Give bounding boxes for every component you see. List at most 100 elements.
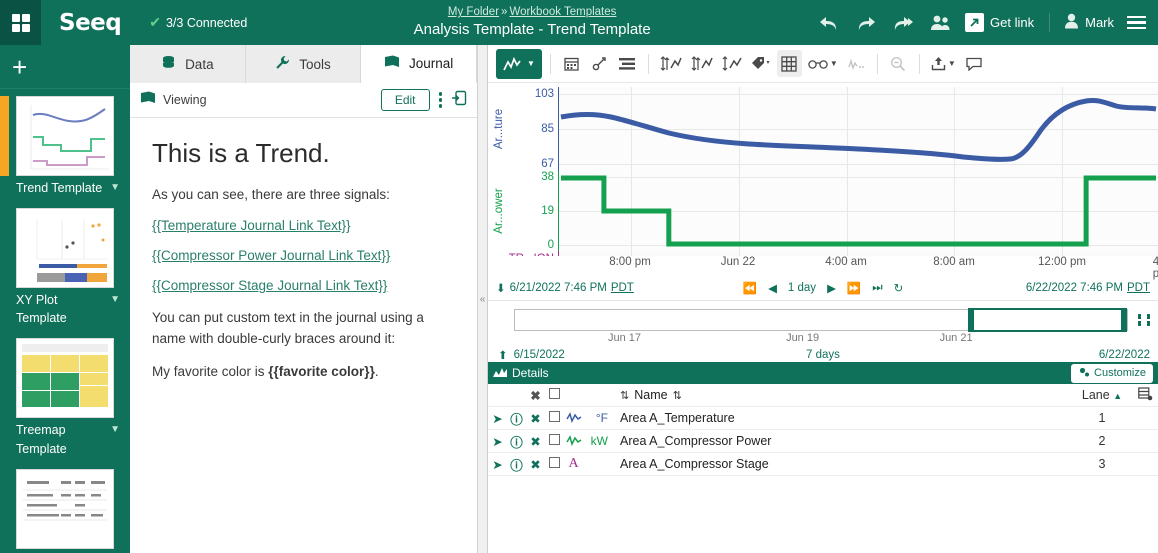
journal-panel: Data Tools Journal Viewing Edit This is … bbox=[130, 45, 478, 553]
undo-icon[interactable] bbox=[817, 11, 841, 35]
range-duration[interactable]: 7 days bbox=[496, 349, 1150, 361]
dimming-icon[interactable] bbox=[657, 50, 685, 77]
add-worksheet-button[interactable]: + bbox=[12, 54, 27, 80]
more-vertical-icon[interactable] bbox=[430, 92, 452, 108]
redo-all-icon[interactable] bbox=[891, 11, 915, 35]
row-checkbox[interactable] bbox=[545, 457, 564, 471]
row-name[interactable]: Area A_Compressor Stage bbox=[613, 457, 1072, 471]
lane-list-icon[interactable] bbox=[615, 50, 640, 77]
breadcrumb-folder[interactable]: My Folder bbox=[448, 6, 499, 18]
trend-view-icon[interactable]: ▼ bbox=[496, 48, 542, 79]
edit-button[interactable]: Edit bbox=[380, 89, 430, 111]
worksheet-label-row: XY Plot Template ▼ bbox=[16, 288, 120, 332]
row-checkbox[interactable] bbox=[545, 411, 564, 425]
skip-back-icon[interactable]: ⏪ bbox=[743, 281, 757, 295]
row-lane: 1 bbox=[1098, 411, 1106, 425]
add-worksheet-row: + bbox=[0, 45, 130, 89]
chevron-down-icon[interactable]: ▼ bbox=[106, 423, 120, 438]
range-track[interactable] bbox=[514, 308, 1128, 332]
refresh-icon[interactable]: ↻ bbox=[894, 281, 904, 295]
chevron-down-icon[interactable]: ▼ bbox=[106, 181, 120, 196]
comment-icon[interactable] bbox=[962, 50, 987, 77]
remove-icon[interactable]: ✖ bbox=[526, 411, 545, 426]
duration-label[interactable]: 1 day bbox=[788, 282, 816, 294]
worksheet-thumbnail bbox=[16, 468, 114, 549]
select-all-checkbox[interactable] bbox=[545, 388, 564, 402]
plot-area-power[interactable] bbox=[558, 171, 1158, 251]
binoculars-icon[interactable]: ▼ bbox=[805, 50, 841, 77]
customize-button[interactable]: Customize bbox=[1071, 363, 1153, 383]
step-forward-icon[interactable]: ▶ bbox=[827, 281, 836, 295]
table-row[interactable]: ➤ ⓘ ✖ °F Area A_Temperature 1 bbox=[488, 407, 1158, 430]
worksheet-item-xyplot[interactable]: XY Plot Template ▼ bbox=[0, 204, 130, 334]
go-to-end-icon[interactable]: ⏭ bbox=[872, 282, 882, 295]
tab-label: Tools bbox=[299, 56, 331, 72]
info-icon[interactable]: ⓘ bbox=[507, 455, 526, 474]
autoscale-icon[interactable] bbox=[719, 50, 745, 77]
step-back-icon[interactable]: ◀ bbox=[768, 281, 777, 295]
user-menu[interactable]: Mark bbox=[1049, 13, 1114, 32]
name-column-header[interactable]: ⇅ Name ⇅ bbox=[613, 388, 1072, 402]
x-tick: Jun 22 bbox=[720, 256, 756, 268]
signal-dim-icon[interactable] bbox=[844, 50, 869, 77]
breadcrumb: My Folder» Workbook Templates bbox=[247, 5, 817, 19]
journal-title: This is a Trend. bbox=[152, 138, 330, 168]
chevron-down-icon[interactable]: ▼ bbox=[106, 293, 120, 308]
journal-link-compressor-stage[interactable]: {{Compressor Stage Journal Link Text}} bbox=[152, 278, 455, 293]
x-tick: 8:00 pm bbox=[609, 256, 651, 268]
worksheet-item-trend[interactable]: Trend Template ▼ bbox=[0, 92, 130, 204]
worksheet-label-row: Table Template ▼ bbox=[16, 549, 120, 553]
remove-icon[interactable]: ✖ bbox=[526, 434, 545, 449]
range-end[interactable]: 6/22/2022 7:46 PM PDT bbox=[1026, 282, 1150, 294]
connection-label: 3/3 Connected bbox=[165, 15, 248, 30]
grid-icon[interactable] bbox=[0, 0, 41, 45]
gridlines-icon[interactable] bbox=[776, 50, 802, 77]
range-end-tz[interactable]: PDT bbox=[1127, 282, 1150, 294]
pin-icon[interactable]: ➤ bbox=[488, 457, 507, 472]
range-tick: Jun 17 bbox=[608, 332, 642, 344]
collapse-panel-icon[interactable] bbox=[451, 90, 467, 111]
table-row[interactable]: ➤ ⓘ ✖ kW Area A_Compressor Power 2 bbox=[488, 430, 1158, 453]
get-link-button[interactable]: Get link bbox=[965, 13, 1034, 32]
pin-icon[interactable]: ➤ bbox=[488, 411, 507, 426]
zoom-out-icon[interactable] bbox=[886, 50, 911, 77]
trend-chart[interactable]: Ar...ture 103 85 67 Ar...ower 38 19 0 bbox=[488, 83, 1158, 256]
calendar-icon[interactable] bbox=[559, 50, 584, 77]
annotation-link-icon[interactable] bbox=[587, 50, 612, 77]
date-range-slider[interactable]: Jun 17 Jun 19 Jun 21 ⬆ 6/15/2022 7 days … bbox=[488, 300, 1158, 362]
tab-data[interactable]: Data bbox=[130, 45, 246, 83]
axis-align-icon[interactable] bbox=[688, 50, 716, 77]
redo-icon[interactable] bbox=[854, 11, 878, 35]
row-name[interactable]: Area A_Compressor Power bbox=[613, 434, 1072, 448]
pin-icon[interactable]: ➤ bbox=[488, 434, 507, 449]
panel-splitter[interactable]: « bbox=[478, 45, 488, 553]
users-icon[interactable] bbox=[928, 11, 952, 35]
tab-journal[interactable]: Journal bbox=[361, 45, 478, 83]
breadcrumb-workbook[interactable]: Workbook Templates bbox=[509, 6, 616, 18]
table-row[interactable]: ➤ ⓘ ✖ A Area A_Compressor Stage 3 bbox=[488, 453, 1158, 476]
hamburger-menu-icon[interactable] bbox=[1127, 13, 1146, 33]
export-icon[interactable]: ▼ bbox=[928, 50, 959, 77]
info-icon[interactable]: ⓘ bbox=[507, 432, 526, 451]
app-header: Seeq ✔ 3/3 Connected My Folder» Workbook … bbox=[0, 0, 1158, 45]
info-icon[interactable]: ⓘ bbox=[507, 409, 526, 428]
add-column-icon[interactable] bbox=[1132, 386, 1158, 404]
favorite-suffix: . bbox=[374, 363, 379, 379]
remove-icon[interactable]: ✖ bbox=[526, 457, 545, 472]
worksheet-item-treemap[interactable]: Treemap Template ▼ bbox=[0, 334, 130, 464]
row-checkbox[interactable] bbox=[545, 434, 564, 448]
tab-tools[interactable]: Tools bbox=[245, 45, 362, 83]
range-selection[interactable] bbox=[967, 308, 1127, 332]
sort-icon[interactable]: ⇅ bbox=[620, 390, 629, 402]
lane-column-header[interactable]: Lane ▲ bbox=[1072, 388, 1132, 402]
sort-icon[interactable]: ⇅ bbox=[673, 390, 682, 402]
journal-link-temperature[interactable]: {{Temperature Journal Link Text}} bbox=[152, 218, 455, 233]
plot-area-temperature[interactable] bbox=[558, 87, 1158, 171]
journal-link-compressor-power[interactable]: {{Compressor Power Journal Link Text}} bbox=[152, 248, 455, 263]
range-handles-icon[interactable] bbox=[1136, 312, 1152, 333]
labels-icon[interactable] bbox=[748, 50, 774, 77]
worksheet-item-table[interactable]: Table Template ▼ bbox=[0, 465, 130, 553]
row-name[interactable]: Area A_Temperature bbox=[613, 411, 1072, 425]
remove-all-icon[interactable]: ✖ bbox=[526, 388, 545, 403]
skip-forward-icon[interactable]: ⏩ bbox=[847, 281, 861, 295]
